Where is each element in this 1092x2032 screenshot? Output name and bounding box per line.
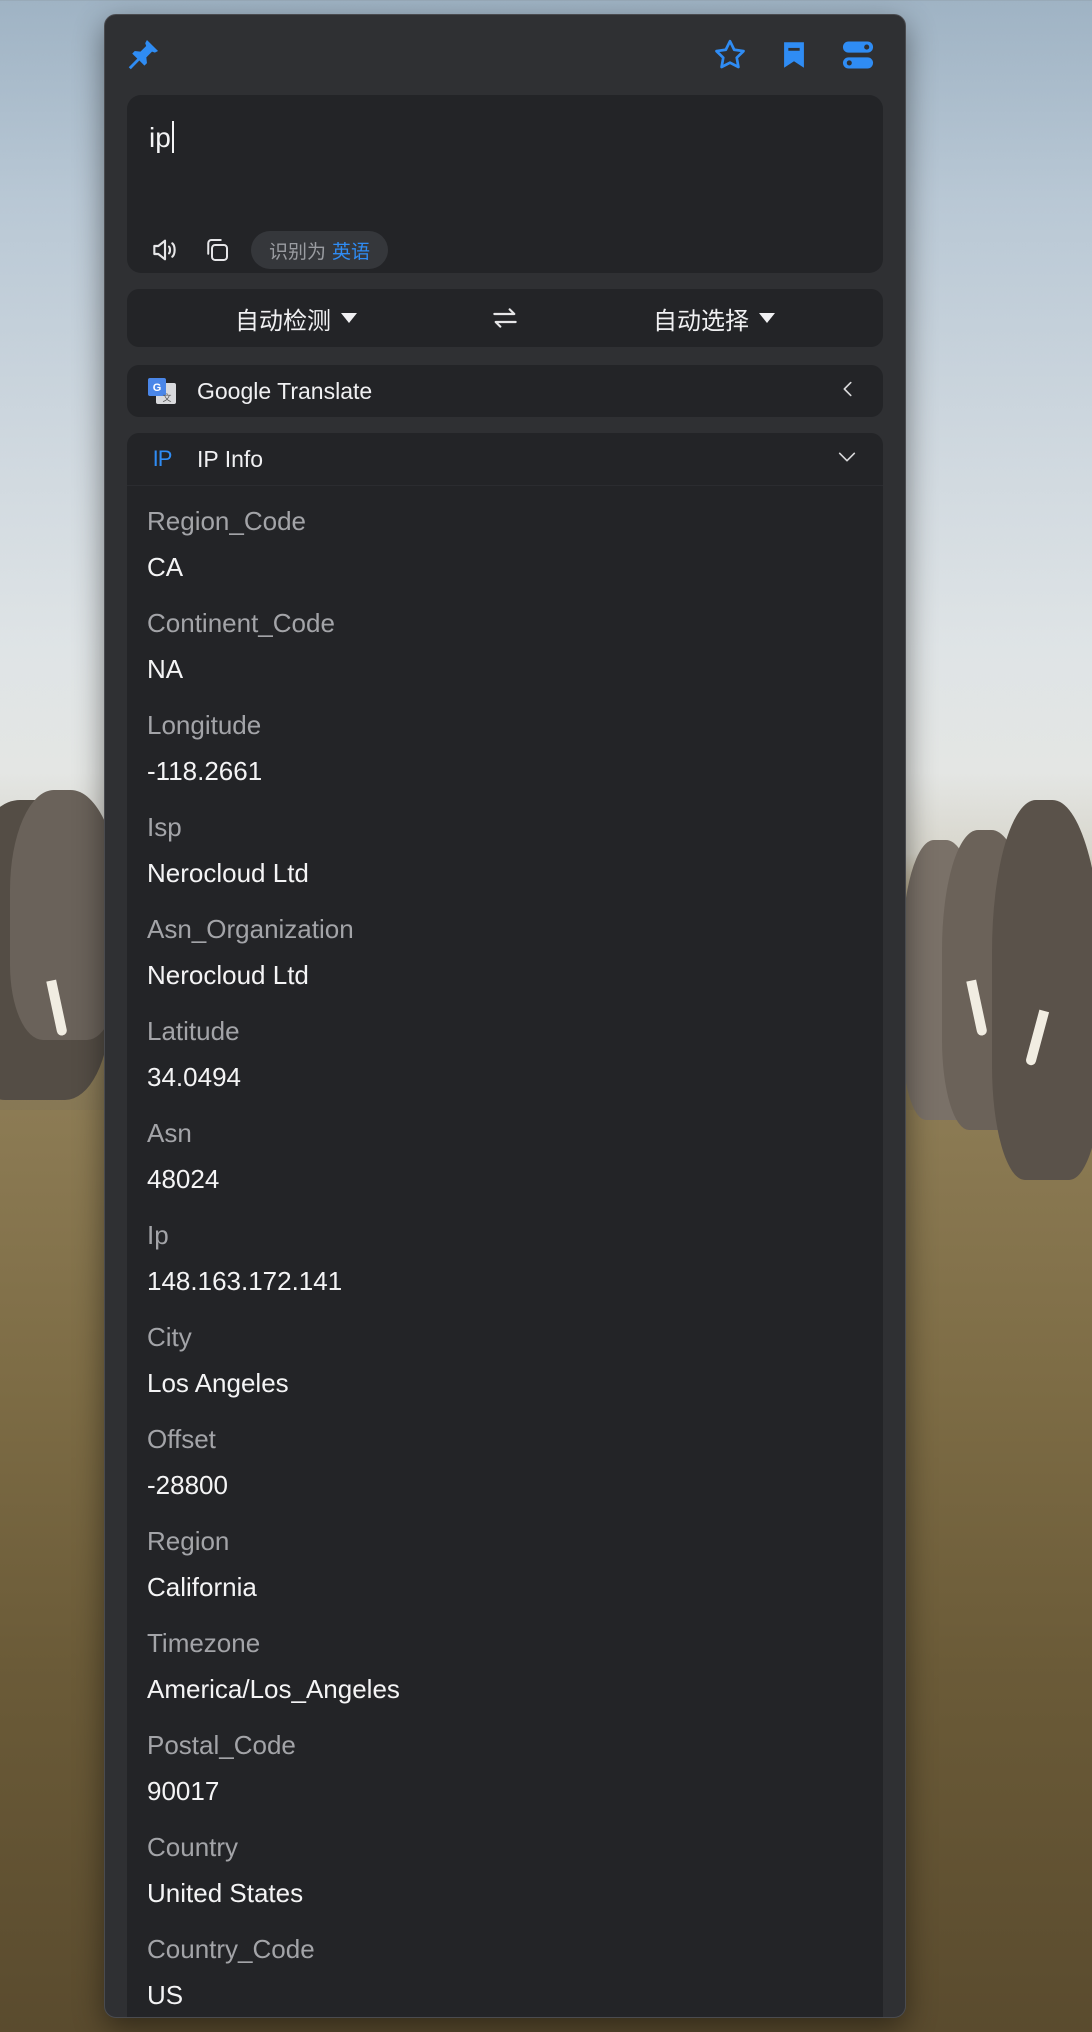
ip-info-results: Region_Code CA Continent_Code NA Longitu… xyxy=(127,485,883,2017)
result-field: Country United States xyxy=(147,1832,303,1908)
field-key: Timezone xyxy=(147,1628,261,1658)
caret-down-icon xyxy=(341,313,357,323)
ip-icon: IP xyxy=(147,444,177,474)
field-value: -28800 xyxy=(147,1470,228,1500)
bookmark-icon[interactable] xyxy=(774,35,814,75)
field-value: CA xyxy=(147,552,184,582)
source-language-select[interactable]: 自动检测 xyxy=(127,301,465,336)
field-value: Nerocloud Ltd xyxy=(147,858,309,888)
input-actions: 识别为 英语 xyxy=(147,231,389,269)
detected-language-badge[interactable]: 识别为 英语 xyxy=(251,231,389,269)
field-key: Asn_Organization xyxy=(147,914,354,944)
result-field: Continent_Code NA xyxy=(147,608,335,684)
query-input-area[interactable]: ip 识别为 英语 xyxy=(127,95,883,273)
field-key: Asn xyxy=(147,1118,192,1148)
service-ip-info[interactable]: IP IP Info xyxy=(127,433,883,485)
wallpaper-elephants-left xyxy=(0,790,120,1170)
field-key: Ip xyxy=(147,1220,169,1250)
result-field: Offset -28800 xyxy=(147,1424,228,1500)
field-key: Country xyxy=(147,1832,239,1862)
caret-down-icon xyxy=(759,313,775,323)
google-translate-icon: G 文 xyxy=(147,376,177,406)
field-value: -118.2661 xyxy=(147,756,263,786)
chevron-down-icon[interactable] xyxy=(835,446,859,473)
swap-languages-icon[interactable] xyxy=(465,302,545,334)
field-key: Postal_Code xyxy=(147,1730,296,1760)
result-field: Isp Nerocloud Ltd xyxy=(147,812,309,888)
result-field: Ip 148.163.172.141 xyxy=(147,1220,342,1296)
wallpaper-elephants-right xyxy=(902,800,1092,1200)
service-name: Google Translate xyxy=(197,377,373,404)
result-field: Country_Code US xyxy=(147,1934,315,2010)
svg-text:G: G xyxy=(153,382,162,394)
field-key: Isp xyxy=(147,812,182,842)
result-field: Timezone America/Los_Angeles xyxy=(147,1628,400,1704)
field-value: United States xyxy=(147,1878,304,1908)
field-value: Los Angeles xyxy=(147,1368,289,1398)
field-value: America/Los_Angeles xyxy=(147,1674,400,1704)
field-key: Offset xyxy=(147,1424,216,1454)
service-google-translate[interactable]: G 文 Google Translate xyxy=(127,365,883,417)
server-toggle-icon[interactable] xyxy=(838,35,878,75)
field-value: 148.163.172.141 xyxy=(147,1266,343,1296)
result-field: Asn 48024 xyxy=(147,1118,219,1194)
result-field: Latitude 34.0494 xyxy=(147,1016,241,1092)
field-value: California xyxy=(147,1572,257,1602)
result-field: Asn_Organization Nerocloud Ltd xyxy=(147,914,354,990)
chevron-left-icon[interactable] xyxy=(837,378,859,405)
detected-prefix: 识别为 xyxy=(269,241,327,263)
copy-icon[interactable] xyxy=(199,232,235,268)
speaker-icon[interactable] xyxy=(147,232,183,268)
source-language-label: 自动检测 xyxy=(235,307,331,335)
ip-logo-text: IP xyxy=(152,446,173,471)
svg-text:文: 文 xyxy=(162,392,171,404)
result-field: Region California xyxy=(147,1526,257,1602)
query-input[interactable]: ip xyxy=(149,121,174,154)
toolbar xyxy=(105,15,905,93)
field-key: City xyxy=(147,1322,192,1352)
field-key: Region_Code xyxy=(147,506,307,536)
detected-language[interactable]: 英语 xyxy=(332,237,370,264)
result-field: Longitude -118.2661 xyxy=(147,710,262,786)
field-key: Latitude xyxy=(147,1016,240,1046)
field-key: Continent_Code xyxy=(147,608,335,638)
result-field: Region_Code CA xyxy=(147,506,306,582)
translator-window: ip 识别为 英语 自动检测 自动选择 G 文 Google Translate… xyxy=(104,14,906,2018)
service-name: IP Info xyxy=(197,445,264,472)
field-key: Country_Code xyxy=(147,1934,315,1964)
star-icon[interactable] xyxy=(710,35,750,75)
text-cursor xyxy=(171,121,174,153)
target-language-label: 自动选择 xyxy=(653,307,749,335)
field-key: Longitude xyxy=(147,710,262,740)
language-bar: 自动检测 自动选择 xyxy=(127,289,883,347)
field-value: US xyxy=(147,1980,184,2010)
field-value: 34.0494 xyxy=(147,1062,241,1092)
field-value: 90017 xyxy=(147,1776,220,1806)
target-language-select[interactable]: 自动选择 xyxy=(545,301,883,336)
field-value: NA xyxy=(147,654,184,684)
pin-icon[interactable] xyxy=(123,35,163,75)
result-field: City Los Angeles xyxy=(147,1322,289,1398)
result-field: Postal_Code 90017 xyxy=(147,1730,296,1806)
field-value: 48024 xyxy=(147,1164,220,1194)
field-value: Nerocloud Ltd xyxy=(147,960,309,990)
field-key: Region xyxy=(147,1526,230,1556)
